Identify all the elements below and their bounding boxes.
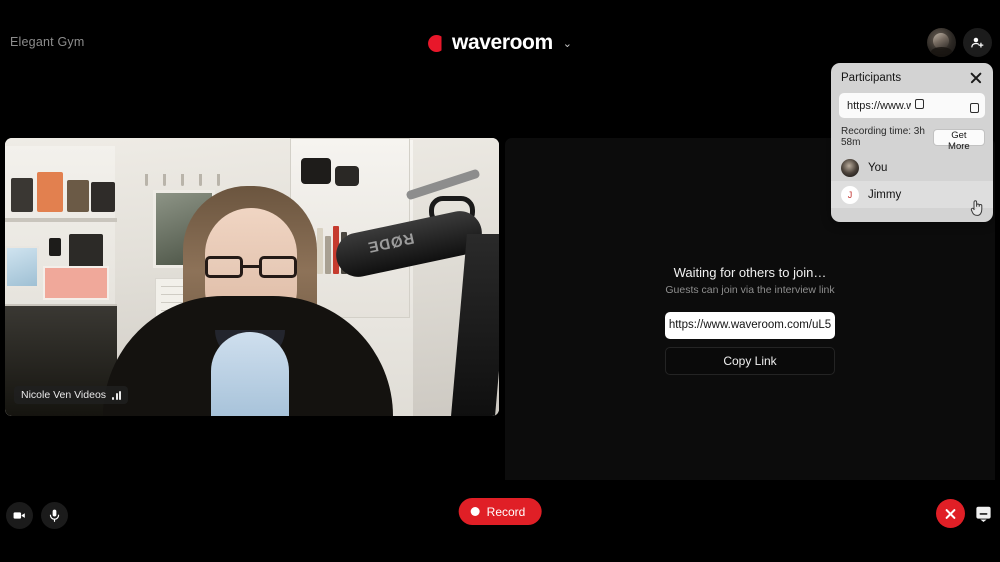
participants-panel-header: Participants [831, 63, 993, 93]
microphone-toggle-button[interactable] [41, 502, 68, 529]
close-icon[interactable] [968, 70, 984, 86]
recording-time-label: Recording time: 3h 58m [841, 126, 925, 148]
panel-invite-link-value: https://www.waveroom.cc [847, 99, 911, 112]
chat-icon [976, 506, 991, 522]
microphone-icon [49, 509, 60, 522]
microphone-prop: RØDE [332, 168, 486, 281]
brand-logo[interactable]: waveroom ⌄ [428, 31, 572, 55]
camera-toggle-button[interactable] [6, 502, 33, 529]
end-call-button[interactable] [936, 499, 965, 528]
record-dot-icon [470, 507, 480, 516]
media-controls [6, 502, 68, 529]
copy-icon[interactable] [915, 98, 979, 113]
record-button[interactable]: Record [458, 498, 542, 525]
chevron-down-icon[interactable]: ⌄ [563, 37, 572, 50]
brand-name: waveroom [452, 31, 553, 54]
recording-time-row: Recording time: 3h 58m Get More [831, 118, 993, 152]
list-item[interactable]: You [831, 154, 993, 181]
waveroom-mark-icon [428, 34, 446, 52]
header-actions [927, 28, 992, 57]
list-item[interactable]: J Jimmy [831, 181, 993, 208]
chat-button[interactable] [973, 503, 994, 524]
participants-list: You J Jimmy [831, 154, 993, 208]
webcam-feed: RØDE [5, 138, 499, 416]
avatar: J [841, 185, 859, 204]
video-tile-label: Nicole Ven Videos [14, 386, 129, 404]
panel-invite-link-field[interactable]: https://www.waveroom.cc [839, 93, 985, 118]
record-button-label: Record [486, 504, 526, 519]
participant-name-label: Nicole Ven Videos [21, 389, 107, 401]
add-person-icon [971, 37, 984, 48]
waiting-subtitle: Guests can join via the interview link [665, 283, 835, 296]
bottom-toolbar: Record [0, 480, 1000, 562]
copy-link-button[interactable]: Copy Link [665, 346, 835, 375]
participant-name: You [868, 161, 888, 174]
waiting-message-block: Waiting for others to join… Guests can j… [505, 265, 995, 375]
waiting-title: Waiting for others to join… [673, 264, 827, 280]
avatar[interactable] [927, 28, 956, 57]
call-controls [936, 499, 994, 528]
audio-level-icon [112, 390, 122, 400]
video-tile-self[interactable]: RØDE Nicole Ven Videos [5, 138, 499, 416]
participants-panel: Participants https://www.waveroom.cc Rec… [831, 63, 993, 222]
invite-link-input[interactable]: https://www.waveroom.com/uL5 [665, 311, 835, 339]
camera-icon [13, 512, 25, 519]
participants-panel-title: Participants [841, 72, 902, 84]
avatar [841, 158, 859, 177]
add-person-button[interactable] [963, 28, 992, 57]
get-more-button[interactable]: Get More [932, 128, 985, 152]
participant-name: Jimmy [868, 188, 902, 201]
workspace-name: Elegant Gym [10, 35, 85, 49]
waveroom-app: Elegant Gym waveroom ⌄ RØDE Nicole Ven V… [0, 0, 1000, 562]
